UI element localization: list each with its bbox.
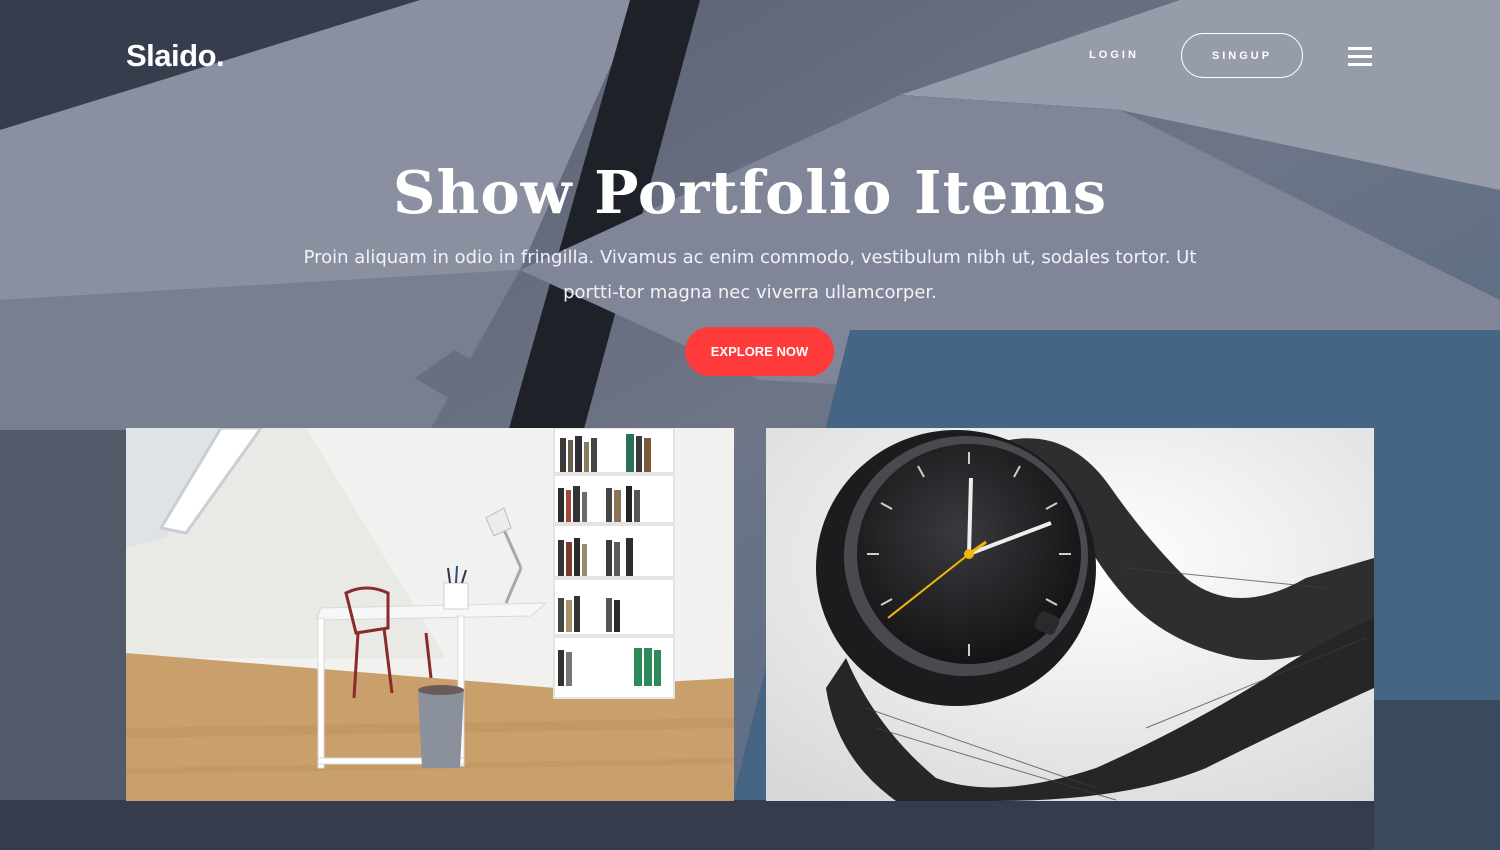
brand-logo[interactable]: Slaido. <box>126 38 225 74</box>
hamburger-menu-icon[interactable] <box>1348 47 1372 66</box>
login-link[interactable]: LOGIN <box>1064 49 1164 61</box>
portfolio-item-office[interactable] <box>126 428 734 801</box>
portfolio-item-watch[interactable] <box>766 428 1374 801</box>
explore-now-button[interactable]: EXPLORE NOW <box>685 327 834 376</box>
hero-description: Proin aliquam in odio in fringilla. Viva… <box>303 247 1197 303</box>
hero-title: Show Portfolio Items <box>392 158 1108 227</box>
office-desk-photo <box>126 428 734 801</box>
signup-button[interactable]: SINGUP <box>1181 33 1303 78</box>
wristwatch-photo <box>766 428 1374 801</box>
